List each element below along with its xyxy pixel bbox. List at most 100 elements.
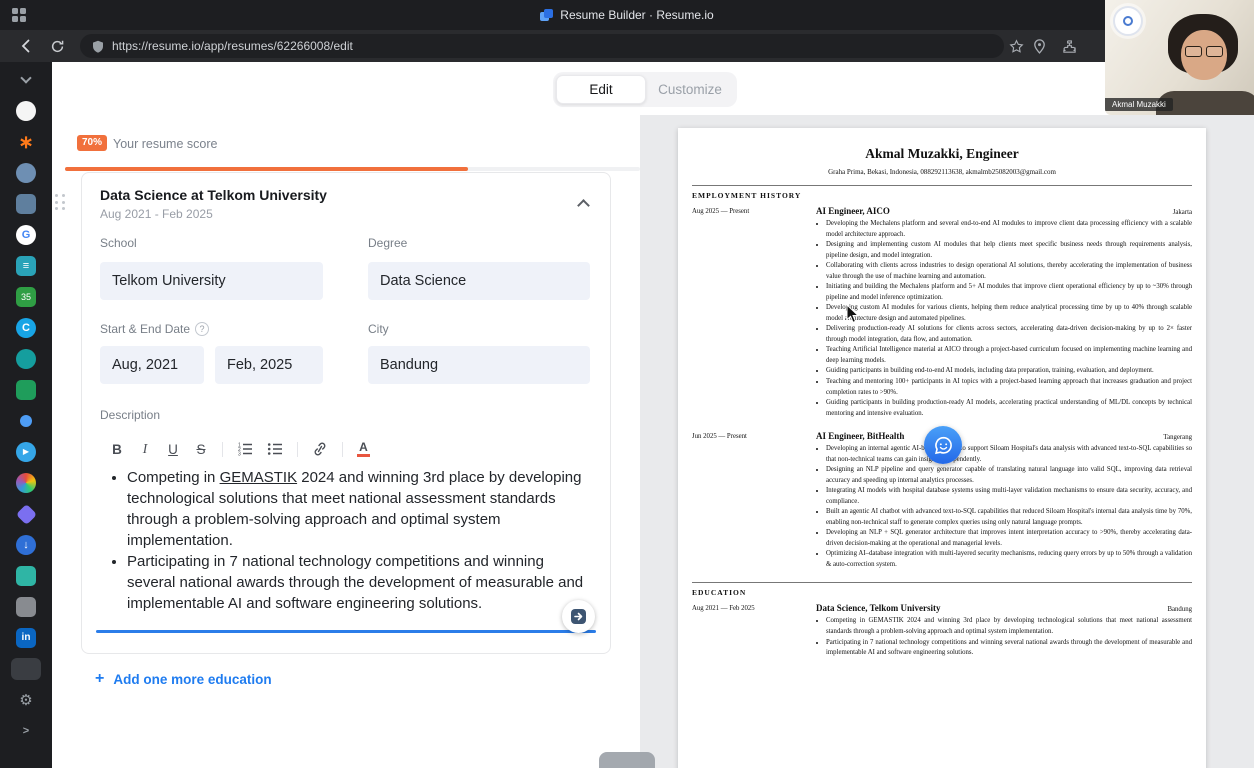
bookmark-star-button[interactable]	[1007, 37, 1025, 55]
resume-entry-bullets: Developing an internal agentic AI-based …	[816, 444, 1192, 570]
writing-assistant-button[interactable]	[562, 600, 595, 633]
browser-toolbar: https://resume.io/app/resumes/62266008/e…	[0, 30, 1254, 62]
sheets-extension-icon[interactable]	[13, 379, 39, 401]
collapse-chevron-icon[interactable]	[577, 199, 590, 212]
reader-extension-icon-glyph	[16, 194, 36, 214]
globe-icon[interactable]	[13, 162, 39, 184]
resume-section: EMPLOYMENT HISTORY Aug 2025 — Present AI E…	[692, 185, 1192, 570]
gear-icon[interactable]: ⚙	[13, 689, 39, 711]
teal-circle-extension-icon[interactable]	[13, 348, 39, 370]
mode-tabs: Edit Customize	[553, 72, 737, 107]
resume-bullet: Delivering production-ready AI solutions…	[826, 324, 1192, 345]
end-date-input[interactable]	[215, 346, 323, 384]
education-card: Data Science at Telkom University Aug 20…	[81, 172, 611, 654]
strikethrough-button[interactable]: S	[194, 439, 208, 459]
burst-extension-icon-glyph: ∗	[18, 132, 34, 152]
chevron-down-icon[interactable]	[13, 69, 39, 91]
telegram-icon[interactable]: ▶	[13, 441, 39, 463]
resume-bullet: Guiding participants in building end-to-…	[826, 366, 1192, 377]
teal-circle-extension-icon-glyph	[16, 349, 36, 369]
city-label: City	[368, 322, 389, 336]
resume-score-progress	[65, 167, 640, 171]
extensions-button[interactable]	[1060, 37, 1078, 55]
telegram-icon-glyph: ▶	[16, 442, 36, 462]
linkedin-icon[interactable]: in	[13, 627, 39, 649]
linkedin-icon-glyph: in	[16, 628, 36, 648]
c-extension-icon[interactable]: C	[13, 317, 39, 339]
diamond-extension-icon-glyph	[15, 503, 37, 525]
resume-contact: Graha Prima, Bekasi, Indonesia, 08829211…	[828, 168, 1056, 176]
bold-button[interactable]: B	[110, 439, 124, 459]
resume-bullet: Built an agentic AI chatbot with advance…	[826, 507, 1192, 528]
underline-button[interactable]: U	[166, 439, 180, 459]
degree-input[interactable]	[368, 262, 590, 300]
badge-35-icon[interactable]: 35	[13, 286, 39, 308]
resume-bullet: Designing an NLP pipeline and query gene…	[826, 465, 1192, 486]
chevron-right-icon-glyph: >	[22, 724, 30, 737]
bullet-list-icon	[267, 443, 282, 455]
link-button[interactable]	[312, 439, 328, 459]
chevron-right-icon[interactable]: >	[13, 720, 39, 742]
diamond-extension-icon[interactable]	[13, 503, 39, 525]
resume-sections: EMPLOYMENT HISTORY Aug 2025 — Present AI E…	[692, 185, 1192, 659]
resume-entry-date: Aug 2025 — Present	[692, 208, 750, 215]
pin-icon	[1033, 38, 1045, 54]
start-end-date-label: Start & End Date ?	[100, 322, 210, 336]
google-icon[interactable]: G	[13, 224, 39, 246]
resume-entry-date: Aug 2021 — Feb 2025	[692, 605, 755, 613]
italic-button[interactable]: I	[138, 439, 152, 459]
resume-entry-main: AI Engineer, BitHealth Tangerang Developin…	[816, 431, 1192, 570]
reader-extension-icon[interactable]	[13, 193, 39, 215]
school-input[interactable]	[100, 262, 323, 300]
scroll-indicator[interactable]	[599, 752, 655, 768]
puzzle-icon	[1062, 39, 1076, 53]
resume-bullet: Initiating and building the Mechalens pl…	[826, 282, 1192, 303]
bullet-list-button[interactable]	[267, 439, 283, 459]
blue-dot-extension-icon[interactable]	[13, 410, 39, 432]
help-chat-button[interactable]	[924, 426, 962, 464]
github-icon[interactable]	[13, 100, 39, 122]
add-education-link[interactable]: + Add one more education	[95, 670, 272, 688]
notes-extension-icon[interactable]: ≡	[13, 255, 39, 277]
site-info-shield-icon	[93, 40, 103, 53]
start-date-input[interactable]	[100, 346, 204, 384]
download-arrow-icon[interactable]: ↓	[13, 534, 39, 556]
burst-extension-icon[interactable]: ∗	[13, 131, 39, 153]
degree-label: Degree	[368, 236, 408, 250]
location-pin-button[interactable]	[1030, 37, 1048, 55]
text-color-button[interactable]: A	[357, 441, 370, 457]
description-bullet: Participating in 7 national technology c…	[127, 551, 596, 614]
sheets-extension-icon-glyph	[16, 380, 36, 400]
sphere-extension-icon[interactable]	[13, 472, 39, 494]
resume-score-label: Your resume score	[113, 137, 218, 151]
grey-extension-icon[interactable]	[13, 596, 39, 618]
browser-tab[interactable]: Resume Builder · Resume.io	[0, 0, 1254, 30]
resume-bullet: Designing and implementing custom AI mod…	[826, 240, 1192, 261]
description-label: Description	[100, 408, 161, 422]
resume-entry-header: Data Science, Telkom University Bandung	[816, 603, 1192, 613]
google-icon-glyph: G	[16, 225, 36, 245]
resume-entry-title: Data Science, Telkom University	[816, 603, 941, 614]
svg-text:3: 3	[238, 452, 241, 457]
back-button[interactable]	[17, 37, 35, 55]
drag-handle[interactable]	[55, 194, 68, 212]
description-bullet-list: Competing in GEMASTIK 2024 and winning 3…	[96, 467, 596, 614]
download-arrow-icon-glyph: ↓	[16, 535, 36, 555]
help-icon[interactable]: ?	[195, 322, 210, 336]
city-input[interactable]	[368, 346, 590, 384]
editor-focus-underline	[96, 630, 596, 633]
school-label: School	[100, 236, 137, 250]
url-bar[interactable]: https://resume.io/app/resumes/62266008/e…	[80, 34, 1004, 58]
tab-edit[interactable]: Edit	[556, 75, 646, 104]
tab-title: Resume Builder · Resume.io	[560, 8, 714, 22]
resume-io-favicon	[540, 8, 554, 22]
description-editor[interactable]: Competing in GEMASTIK 2024 and winning 3…	[96, 467, 596, 614]
resume-entry-main: Data Science, Telkom University Bandung Co…	[816, 603, 1192, 658]
resume-entry-location: Jakarta	[1172, 209, 1192, 216]
active-window-icon[interactable]	[11, 658, 41, 680]
resume-entry-location: Tangerang	[1163, 434, 1192, 442]
ordered-list-button[interactable]: 123	[237, 439, 253, 459]
tab-customize[interactable]: Customize	[646, 75, 734, 104]
teal-square-extension-icon[interactable]	[13, 565, 39, 587]
refresh-button[interactable]	[48, 37, 66, 55]
